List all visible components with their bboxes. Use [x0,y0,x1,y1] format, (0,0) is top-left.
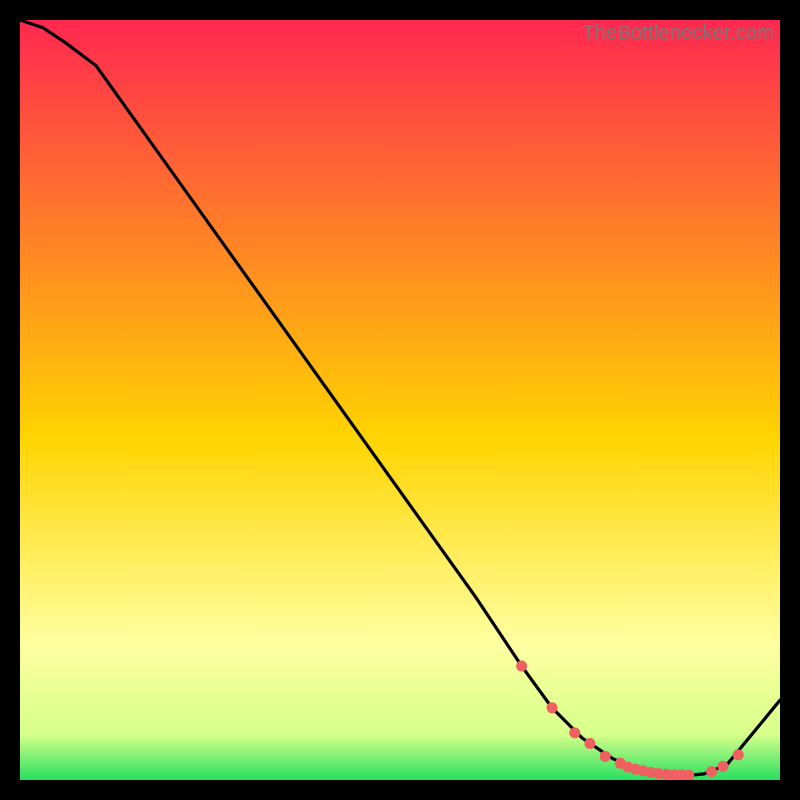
curve-marker [569,727,580,738]
watermark-text: TheBottlenecker.com [582,22,774,45]
curve-marker [516,661,527,672]
curve-marker [706,766,717,777]
gradient-background [20,20,780,780]
curve-marker [585,738,596,749]
chart-plot [20,20,780,780]
curve-marker [547,702,558,713]
curve-marker [718,761,729,772]
curve-marker [733,749,744,760]
chart-frame: TheBottlenecker.com [20,20,780,780]
curve-marker [600,751,611,762]
